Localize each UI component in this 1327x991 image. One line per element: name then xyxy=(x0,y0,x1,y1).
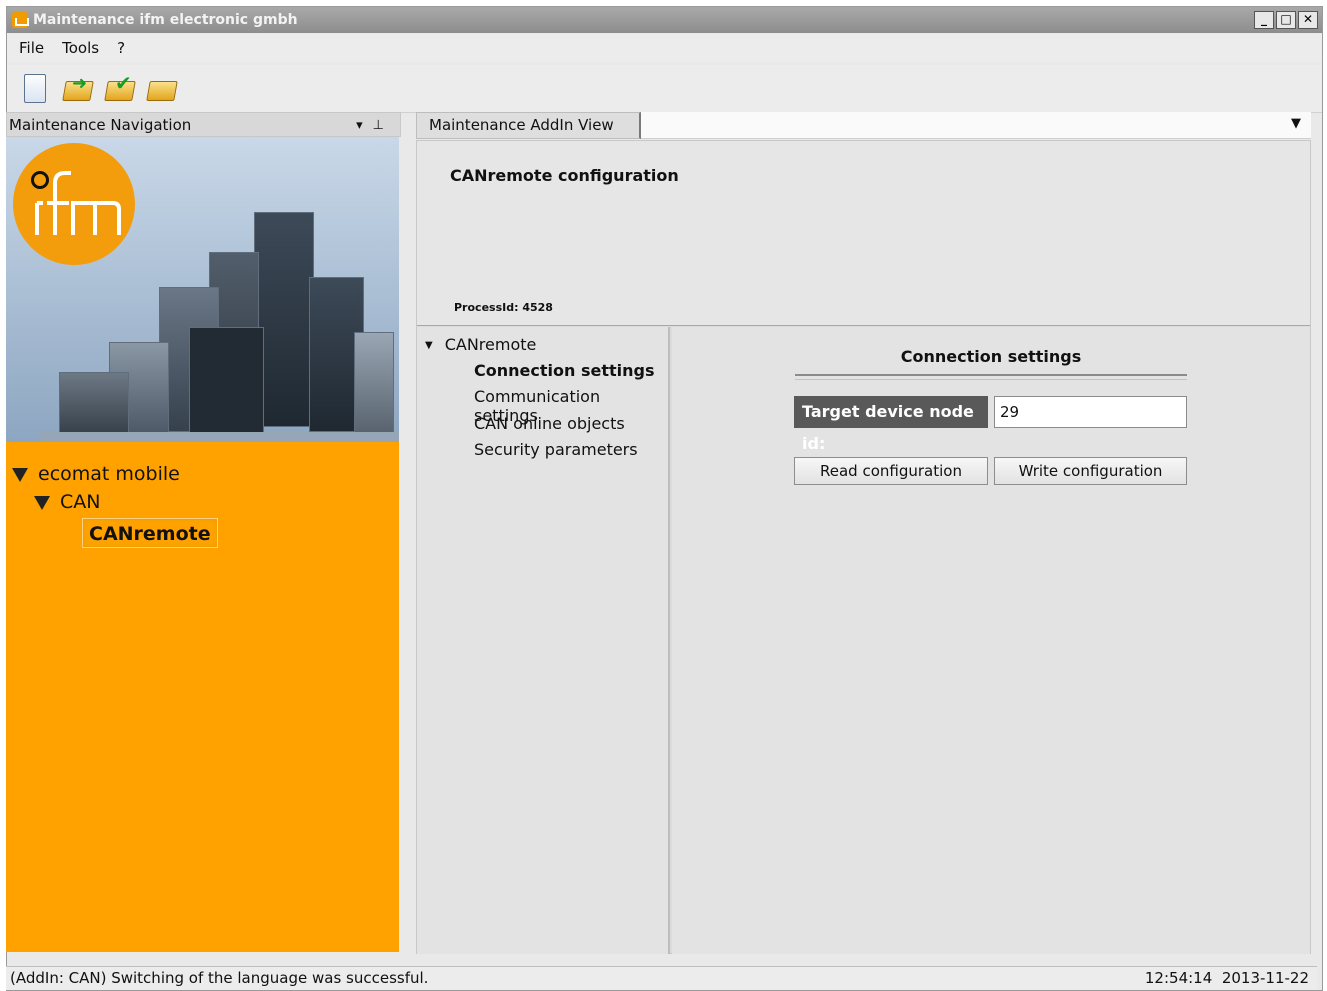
section-divider xyxy=(795,374,1187,380)
menu-file[interactable]: File xyxy=(19,39,44,57)
toolbar: ➜ ✔ xyxy=(7,65,1322,113)
navigation-tree: ecomat mobile CAN CANremote xyxy=(6,442,399,952)
status-bar: (AddIn: CAN) Switching of the language w… xyxy=(6,966,1317,990)
open-folder-icon[interactable]: ➜ xyxy=(62,73,94,105)
maximize-button[interactable]: □ xyxy=(1276,11,1296,29)
tab-strip: Maintenance AddIn View ▼ xyxy=(416,112,1311,139)
ifm-logo xyxy=(13,143,135,265)
tree-label: ecomat mobile xyxy=(38,463,180,485)
menu-bar: File Tools ? xyxy=(7,34,1322,62)
addin-view: CANremote configuration ProcessId: 4528 … xyxy=(416,140,1311,954)
navigation-header: Maintenance Navigation ▾⊥ xyxy=(6,112,401,137)
new-document-icon[interactable] xyxy=(21,73,51,105)
subnav-item-can-online-objects[interactable]: CAN online objects xyxy=(474,414,625,433)
app-icon[interactable] xyxy=(12,12,29,28)
menu-tools[interactable]: Tools xyxy=(62,39,99,57)
navigation-title: Maintenance Navigation xyxy=(9,116,192,134)
menu-help[interactable]: ? xyxy=(117,39,125,57)
status-message: (AddIn: CAN) Switching of the language w… xyxy=(10,969,429,987)
status-datetime: 12:54:14 2013-11-22 xyxy=(1145,967,1309,990)
connection-settings-panel: Connection settings Target device node i… xyxy=(672,327,1310,954)
panel-controls: ▾⊥ xyxy=(356,113,394,138)
save-folder-icon[interactable]: ✔ xyxy=(104,71,136,105)
tab-menu-icon[interactable]: ▼ xyxy=(1291,116,1301,131)
subnav-item-connection-settings[interactable]: Connection settings xyxy=(474,361,654,380)
window-controls: _ □ ✕ xyxy=(1254,11,1318,29)
node-id-label: Target device node id: xyxy=(794,396,988,453)
subnav-item-security-parameters[interactable]: Security parameters xyxy=(474,440,638,459)
close-button[interactable]: ✕ xyxy=(1298,11,1318,29)
expand-triangle-icon[interactable] xyxy=(34,495,50,510)
node-id-input[interactable] xyxy=(994,396,1187,428)
read-configuration-button[interactable]: Read configuration xyxy=(794,457,988,485)
config-subnav: ▼ CANremote Connection settings Communica… xyxy=(417,327,670,954)
pin-icon[interactable]: ⊥ xyxy=(373,118,394,133)
expand-triangle-icon[interactable] xyxy=(12,467,28,482)
minimize-button[interactable]: _ xyxy=(1254,11,1274,29)
folder-icon[interactable] xyxy=(146,73,178,105)
window-title: Maintenance ifm electronic gmbh xyxy=(33,12,298,28)
addin-header: CANremote configuration ProcessId: 4528 xyxy=(417,141,1310,326)
status-date: 2013-11-22 xyxy=(1221,969,1309,987)
write-configuration-button[interactable]: Write configuration xyxy=(994,457,1187,485)
process-id: ProcessId: 4528 xyxy=(454,301,553,314)
tree-item-ecomat-mobile[interactable]: ecomat mobile xyxy=(6,460,399,488)
section-title: Connection settings xyxy=(900,347,1082,366)
tree-label: CAN xyxy=(60,491,101,513)
dropdown-icon[interactable]: ▾ xyxy=(356,118,373,133)
status-time: 12:54:14 xyxy=(1144,969,1213,987)
title-bar[interactable]: Maintenance ifm electronic gmbh _ □ ✕ xyxy=(7,7,1322,33)
product-banner xyxy=(6,137,399,442)
subnav-root[interactable]: ▼ CANremote xyxy=(425,335,536,354)
tree-item-canremote[interactable]: CANremote xyxy=(6,516,399,548)
tab-maintenance-addin-view[interactable]: Maintenance AddIn View xyxy=(416,112,641,139)
subnav-root-label: CANremote xyxy=(444,335,537,354)
tree-selected-label[interactable]: CANremote xyxy=(82,518,218,548)
page-title: CANremote configuration xyxy=(450,166,679,185)
navigation-panel: Maintenance Navigation ▾⊥ ecomat mobile xyxy=(6,112,401,952)
collapse-caret-icon[interactable]: ▼ xyxy=(425,340,433,351)
tree-item-can[interactable]: CAN xyxy=(6,488,399,516)
